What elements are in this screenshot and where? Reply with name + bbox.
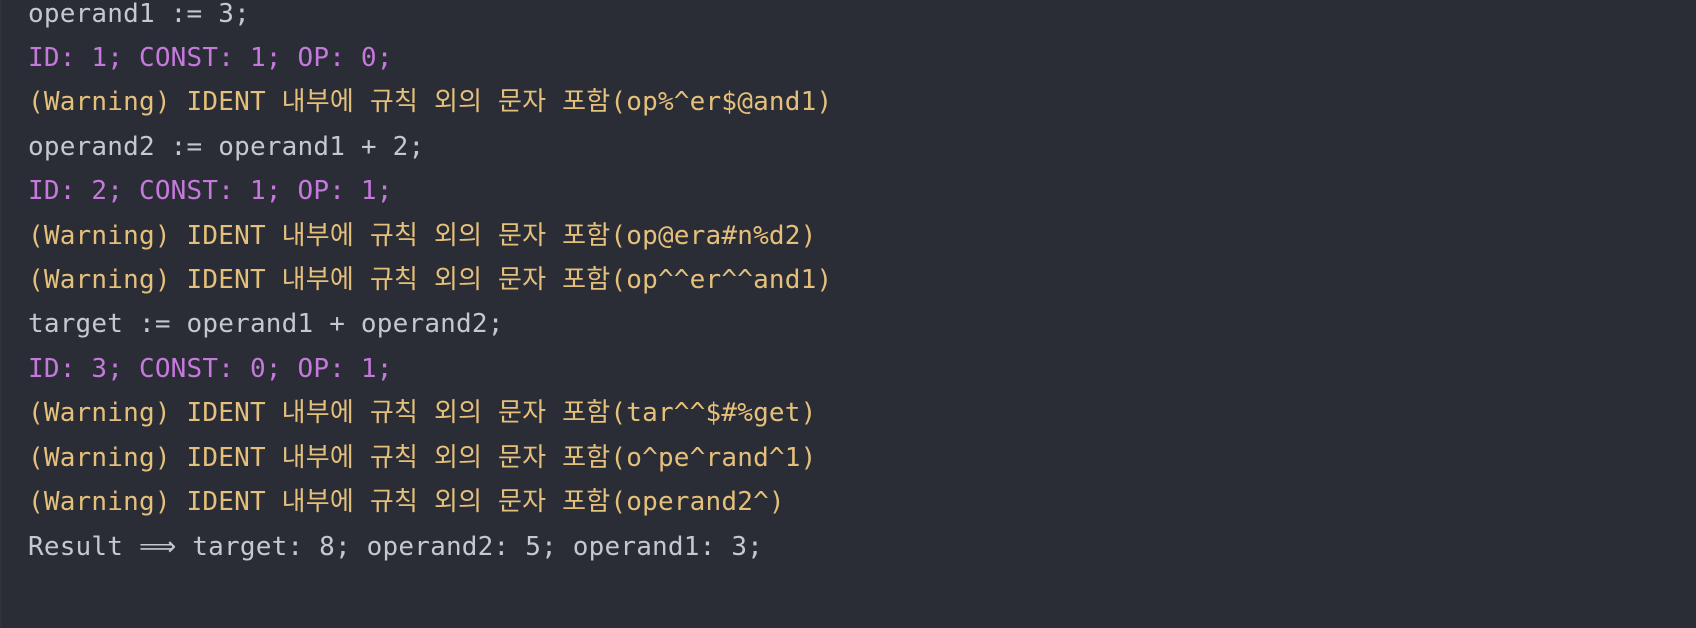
console-gutter-edge <box>0 0 2 628</box>
console-line-result: Result ⟹ target: 8; operand2: 5; operand… <box>28 532 764 562</box>
console-line-warning: (Warning) IDENT 내부에 규칙 외의 문자 포함(op^^er^^… <box>28 265 833 295</box>
console-line-warning: (Warning) IDENT 내부에 규칙 외의 문자 포함(op@era#n… <box>28 221 817 251</box>
console-line-warning: (Warning) IDENT 내부에 규칙 외의 문자 포함(tar^^$#%… <box>28 398 817 428</box>
console-line-stats: ID: 1; CONST: 1; OP: 0; <box>28 43 393 73</box>
console-line-code: target := operand1 + operand2; <box>28 309 504 339</box>
console-output[interactable]: operand1 := 3; ID: 1; CONST: 1; OP: 0; (… <box>0 0 1696 628</box>
console-line-code: operand2 := operand1 + 2; <box>28 132 425 162</box>
console-line-warning: (Warning) IDENT 내부에 규칙 외의 문자 포함(op%^er$@… <box>28 87 833 117</box>
console-line-warning: (Warning) IDENT 내부에 규칙 외의 문자 포함(operand2… <box>28 487 785 517</box>
console-line-stats: ID: 2; CONST: 1; OP: 1; <box>28 176 393 206</box>
console-line-code: operand1 := 3; <box>28 0 250 29</box>
console-line-warning: (Warning) IDENT 내부에 규칙 외의 문자 포함(o^pe^ran… <box>28 443 817 473</box>
console-line-stats: ID: 3; CONST: 0; OP: 1; <box>28 354 393 384</box>
